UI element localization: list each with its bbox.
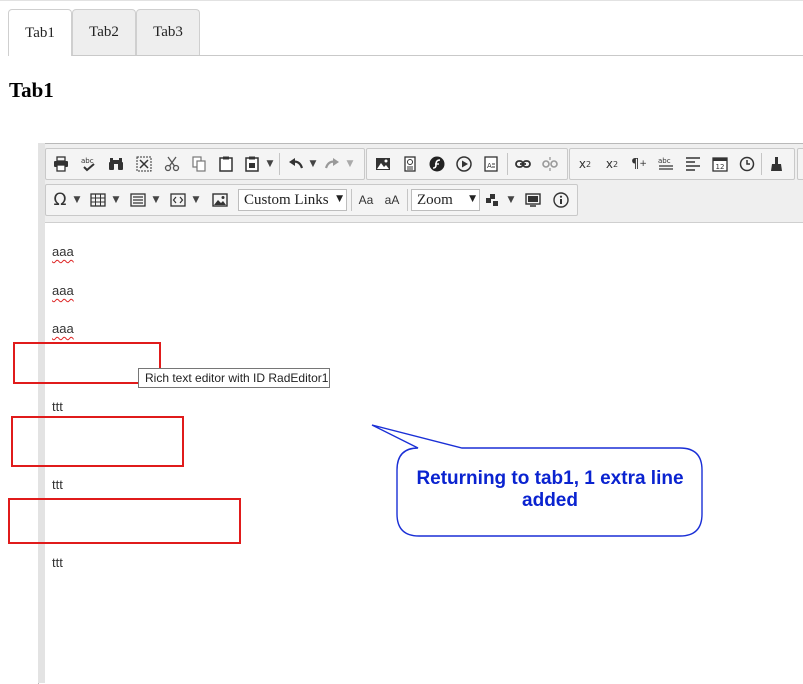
chevron-down-icon: ▼ bbox=[336, 194, 343, 204]
image-manager-icon[interactable] bbox=[372, 153, 394, 175]
top-border bbox=[0, 0, 803, 1]
custom-links-label: Custom Links bbox=[244, 191, 329, 208]
paragraph-style-dropdown-arrow[interactable]: ▼ bbox=[151, 189, 161, 211]
snippet-icon[interactable] bbox=[167, 189, 189, 211]
svg-text:12: 12 bbox=[716, 163, 725, 171]
module-dropdown-arrow[interactable]: ▼ bbox=[506, 189, 516, 211]
spellcheck-icon[interactable]: abc bbox=[78, 153, 100, 175]
media-manager-icon[interactable] bbox=[453, 153, 475, 175]
subscript-icon[interactable]: x2 bbox=[601, 153, 623, 175]
undo-icon[interactable] bbox=[285, 153, 307, 175]
tab-label: Tab3 bbox=[153, 24, 183, 40]
paste-dropdown-arrow[interactable]: ▼ bbox=[265, 153, 275, 175]
toolbar-separator bbox=[507, 153, 508, 175]
toolbar-separator bbox=[407, 189, 408, 211]
custom-links-dropdown[interactable]: Custom Links ▼ bbox=[238, 189, 347, 211]
svg-text:abc: abc bbox=[81, 157, 94, 165]
cut-icon[interactable] bbox=[161, 153, 183, 175]
content-line: aaa bbox=[52, 321, 74, 336]
editor-left-border bbox=[38, 143, 45, 683]
table-icon[interactable] bbox=[87, 189, 109, 211]
toolbar-separator bbox=[351, 189, 352, 211]
tab-2[interactable]: Tab2 bbox=[72, 9, 136, 55]
time-icon[interactable] bbox=[736, 153, 758, 175]
copy-icon[interactable] bbox=[188, 153, 210, 175]
highlight-box bbox=[8, 498, 241, 544]
callout-text: Returning to tab1, 1 extra line added bbox=[416, 468, 684, 511]
image-icon[interactable] bbox=[209, 189, 231, 211]
link-icon[interactable] bbox=[512, 153, 534, 175]
content-line: ttt bbox=[52, 399, 63, 414]
tab-label: Tab1 bbox=[25, 24, 55, 41]
paragraph-style-icon[interactable] bbox=[127, 189, 149, 211]
flash-manager-icon[interactable] bbox=[426, 153, 448, 175]
unlink-icon[interactable] bbox=[539, 153, 561, 175]
spell-abc-icon[interactable]: abc bbox=[655, 153, 677, 175]
content-line: aaa bbox=[52, 244, 74, 259]
format-stripper-icon[interactable] bbox=[766, 153, 788, 175]
tab-strip: Tab1 Tab2 Tab3 bbox=[8, 9, 803, 56]
content-line: ttt bbox=[52, 477, 63, 492]
preview-icon[interactable] bbox=[522, 189, 544, 211]
toolbar-separator bbox=[279, 153, 280, 175]
table-dropdown-arrow[interactable]: ▼ bbox=[111, 189, 121, 211]
case-lower-label: Aa bbox=[358, 193, 374, 207]
tab-label: Tab2 bbox=[89, 24, 119, 40]
about-icon[interactable] bbox=[550, 189, 572, 211]
symbol-dropdown-arrow[interactable]: ▼ bbox=[72, 189, 82, 211]
paste-options-icon[interactable] bbox=[241, 153, 263, 175]
module-icon[interactable] bbox=[482, 189, 504, 211]
case-upper-label: aA bbox=[384, 193, 400, 207]
content-line: ttt bbox=[52, 555, 63, 570]
zoom-dropdown[interactable]: Zoom ▼ bbox=[411, 189, 480, 211]
template-manager-icon[interactable]: A bbox=[480, 153, 502, 175]
editor-toolbar: abc ▼ ▼ ▼ A x 2 x 2 ¶ + abc 12 Ω ▼ ▼ ▼ ▼… bbox=[45, 144, 803, 223]
toolbar-separator bbox=[761, 153, 762, 175]
editor-tooltip: Rich text editor with ID RadEditor1 bbox=[138, 368, 330, 388]
superscript-icon[interactable]: x2 bbox=[574, 153, 596, 175]
tab-3[interactable]: Tab3 bbox=[136, 9, 200, 55]
svg-text:A: A bbox=[487, 162, 492, 170]
document-manager-icon[interactable] bbox=[399, 153, 421, 175]
redo-icon[interactable] bbox=[321, 153, 343, 175]
content-line: aaa bbox=[52, 283, 74, 298]
chevron-down-icon: ▼ bbox=[469, 194, 476, 204]
undo-dropdown-arrow[interactable]: ▼ bbox=[308, 153, 318, 175]
zoom-label: Zoom bbox=[417, 191, 453, 208]
rich-text-editor[interactable] bbox=[38, 143, 803, 684]
page-title: Tab1 bbox=[9, 78, 54, 102]
select-all-icon[interactable] bbox=[133, 153, 155, 175]
svg-text:abc: abc bbox=[658, 157, 671, 165]
print-icon[interactable] bbox=[50, 153, 72, 175]
case-upper-icon[interactable]: aA bbox=[381, 189, 403, 211]
date-icon[interactable]: 12 bbox=[709, 153, 731, 175]
symbol-icon[interactable]: Ω bbox=[49, 189, 71, 211]
align-icon[interactable] bbox=[682, 153, 704, 175]
snippet-dropdown-arrow[interactable]: ▼ bbox=[191, 189, 201, 211]
tab-1[interactable]: Tab1 bbox=[8, 9, 72, 56]
paste-icon[interactable] bbox=[215, 153, 237, 175]
toolbar-group-overflow bbox=[797, 148, 803, 180]
case-lower-icon[interactable]: Aa bbox=[355, 189, 377, 211]
find-icon[interactable] bbox=[105, 153, 127, 175]
redo-dropdown-arrow[interactable]: ▼ bbox=[345, 153, 355, 175]
highlight-box bbox=[11, 416, 184, 467]
paragraph-icon[interactable]: ¶ + bbox=[628, 153, 650, 175]
